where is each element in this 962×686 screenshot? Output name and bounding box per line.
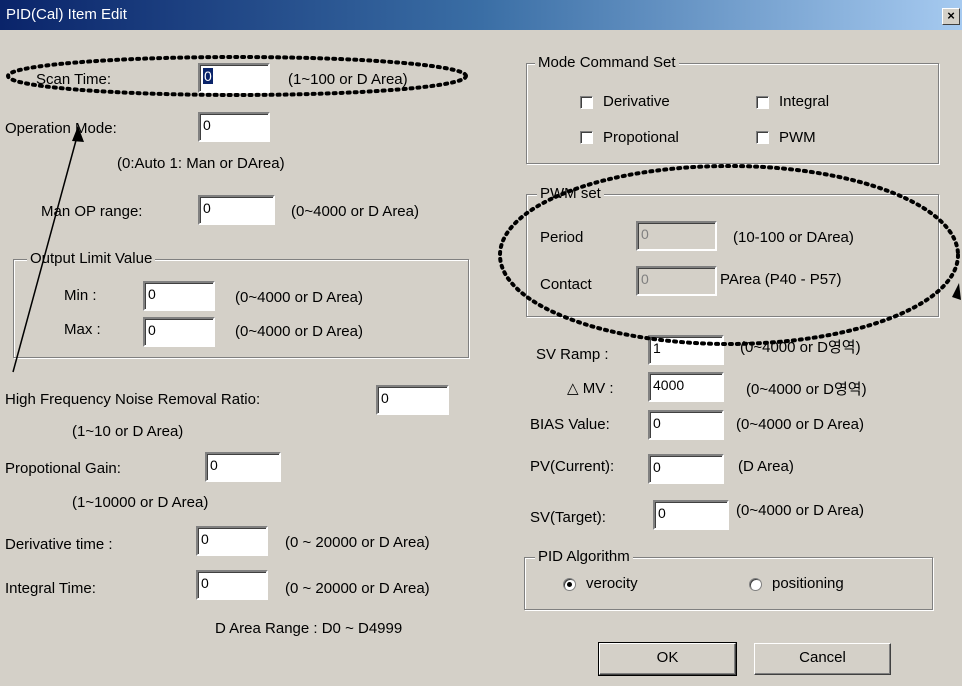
max-label: Max :: [64, 321, 101, 338]
prop-gain-hint: (1~10000 or D Area): [72, 494, 209, 511]
derivative-time-label: Derivative time :: [5, 536, 113, 553]
integral-checkbox-label: Integral: [779, 93, 830, 110]
sv-ramp-hint: (0~4000 or D영역): [740, 339, 861, 356]
propotional-checkbox[interactable]: [580, 131, 593, 144]
integral-checkbox[interactable]: [756, 96, 769, 109]
mode-command-group: Mode Command Set: [526, 54, 939, 164]
sv-ramp-value: 1: [653, 340, 661, 356]
contact-hint: PArea (P40 - P57): [720, 271, 842, 288]
pwm-checkbox-label: PWM: [779, 129, 816, 146]
noise-ratio-input[interactable]: 0: [376, 385, 449, 415]
delta-mv-input[interactable]: 4000: [648, 372, 724, 402]
delta-mv-hint: (0~4000 or D영역): [746, 381, 867, 398]
bias-value-hint: (0~4000 or D Area): [736, 416, 864, 433]
integral-time-value: 0: [201, 575, 209, 591]
bias-value-value: 0: [653, 415, 661, 431]
period-label: Period: [540, 229, 584, 246]
man-op-range-label: Man OP range:: [41, 203, 143, 220]
close-icon: ×: [947, 8, 955, 23]
pid-item-edit-dialog: PID(Cal) Item Edit × Scan Time: 0 (1~100…: [0, 0, 962, 686]
contact-input[interactable]: 0: [636, 266, 717, 296]
prop-gain-label: Propotional Gain:: [5, 460, 121, 477]
operation-mode-label: Operation Mode:: [5, 120, 117, 137]
prop-gain-value: 0: [210, 457, 218, 473]
delta-mv-label: △ MV :: [567, 380, 614, 397]
max-hint: (0~4000 or D Area): [235, 323, 363, 340]
sv-target-input[interactable]: 0: [653, 500, 729, 530]
sv-target-value: 0: [658, 505, 666, 521]
noise-ratio-label: High Frequency Noise Removal Ratio:: [5, 391, 261, 408]
sv-ramp-input[interactable]: 1: [648, 335, 724, 365]
man-op-range-input[interactable]: 0: [198, 195, 275, 225]
contact-value: 0: [641, 271, 649, 287]
operation-mode-hint: (0:Auto 1: Man or DArea): [117, 155, 285, 172]
prop-gain-input[interactable]: 0: [205, 452, 281, 482]
operation-mode-input[interactable]: 0: [198, 112, 270, 142]
sv-target-label: SV(Target):: [530, 509, 606, 526]
derivative-time-input[interactable]: 0: [196, 526, 268, 556]
delta-mv-value: 4000: [653, 377, 685, 393]
sv-target-hint: (0~4000 or D Area): [736, 502, 864, 519]
min-hint: (0~4000 or D Area): [235, 289, 363, 306]
derivative-checkbox[interactable]: [580, 96, 593, 109]
pwm-set-legend: PWM set: [537, 185, 604, 203]
pwm-set-arrow-head: [952, 283, 961, 300]
derivative-checkbox-label: Derivative: [603, 93, 670, 110]
pv-current-value: 0: [653, 459, 661, 475]
propotional-checkbox-label: Propotional: [603, 129, 679, 146]
period-hint: (10-100 or DArea): [733, 229, 854, 246]
bias-value-label: BIAS Value:: [530, 416, 610, 433]
pv-current-input[interactable]: 0: [648, 454, 724, 484]
scan-time-label: Scan Time:: [36, 71, 112, 88]
operation-mode-value: 0: [203, 117, 211, 133]
ok-button-label: OK: [656, 649, 679, 666]
min-label: Min :: [64, 287, 97, 304]
scan-time-value: 0: [203, 68, 213, 84]
noise-ratio-hint: (1~10 or D Area): [72, 423, 184, 440]
pv-current-hint: (D Area): [738, 458, 794, 475]
window-title: PID(Cal) Item Edit: [6, 6, 127, 23]
close-button[interactable]: ×: [942, 8, 960, 25]
pv-current-label: PV(Current):: [530, 458, 615, 475]
integral-time-label: Integral Time:: [5, 580, 96, 597]
positioning-radio-label: positioning: [772, 575, 844, 592]
integral-time-hint: (0 ~ 20000 or D Area): [285, 580, 430, 597]
ok-button[interactable]: OK: [598, 642, 737, 676]
cancel-button-label: Cancel: [799, 649, 846, 666]
noise-ratio-value: 0: [381, 390, 389, 406]
man-op-range-value: 0: [203, 200, 211, 216]
max-input[interactable]: 0: [143, 317, 215, 347]
pwm-checkbox[interactable]: [756, 131, 769, 144]
period-value: 0: [641, 226, 649, 242]
bias-value-input[interactable]: 0: [648, 410, 724, 440]
title-bar: PID(Cal) Item Edit ×: [0, 0, 962, 30]
mode-command-legend: Mode Command Set: [535, 54, 679, 72]
period-input[interactable]: 0: [636, 221, 717, 251]
scan-time-hint: (1~100 or D Area): [288, 71, 408, 88]
min-value: 0: [148, 286, 156, 302]
positioning-radio[interactable]: [749, 578, 762, 591]
contact-label: Contact: [540, 276, 592, 293]
max-value: 0: [148, 322, 156, 338]
derivative-time-hint: (0 ~ 20000 or D Area): [285, 534, 430, 551]
man-op-range-hint: (0~4000 or D Area): [291, 203, 419, 220]
cancel-button[interactable]: Cancel: [754, 643, 891, 675]
d-area-range-note: D Area Range : D0 ~ D4999: [215, 620, 403, 637]
verocity-radio-label: verocity: [586, 575, 638, 592]
sv-ramp-label: SV Ramp :: [536, 346, 609, 363]
min-input[interactable]: 0: [143, 281, 215, 311]
integral-time-input[interactable]: 0: [196, 570, 268, 600]
pid-algorithm-legend: PID Algorithm: [535, 548, 633, 566]
output-limit-group: Output Limit Value: [13, 250, 469, 358]
derivative-time-value: 0: [201, 531, 209, 547]
pwm-set-group: PWM set: [526, 185, 939, 317]
output-limit-legend: Output Limit Value: [27, 250, 156, 268]
scan-time-input[interactable]: 0: [198, 63, 270, 93]
verocity-radio[interactable]: [563, 578, 576, 591]
